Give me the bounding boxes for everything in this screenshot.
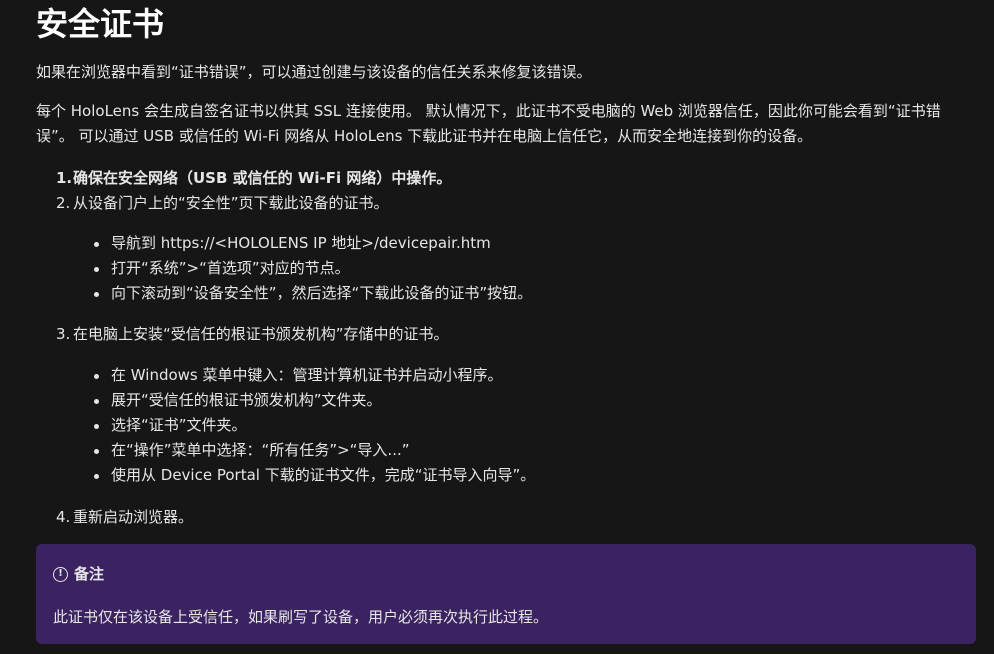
- step-2: 2. 从设备门户上的“安全性”页下载此设备的证书。: [56, 191, 389, 215]
- step-number: 1.: [56, 169, 73, 187]
- step-text: 在电脑上安装“受信任的根证书颁发机构”存储中的证书。: [73, 325, 449, 343]
- list-item: 使用从 Device Portal 下载的证书文件，完成“证书导入向导”。: [94, 463, 535, 488]
- list-item: 导航到 https://<HOLOLENS IP 地址>/devicepair.…: [94, 231, 532, 256]
- step-number: 4.: [56, 508, 71, 526]
- step-text: 确保在安全网络（USB 或信任的 Wi-Fi 网络）中操作。: [73, 169, 452, 187]
- note-title: 备注: [74, 565, 105, 583]
- info-circle-icon: !: [53, 566, 68, 582]
- step-4: 4. 重新启动浏览器。: [56, 505, 193, 529]
- list-item: 展开“受信任的根证书颁发机构”文件夹。: [94, 388, 535, 413]
- note-body: 此证书仅在该设备上受信任，如果刷写了设备，用户必须再次执行此过程。: [53, 608, 549, 626]
- description-paragraph: 每个 HoloLens 会生成自签名证书以供其 SSL 连接使用。 默认情况下，…: [36, 102, 941, 145]
- list-item: 在 Windows 菜单中键入：管理计算机证书并启动小程序。: [94, 363, 535, 388]
- note-header: ! 备注: [53, 562, 959, 586]
- note-callout: ! 备注 此证书仅在该设备上受信任，如果刷写了设备，用户必须再次执行此过程。: [36, 544, 976, 644]
- step-text: 从设备门户上的“安全性”页下载此设备的证书。: [73, 194, 389, 212]
- step-number: 3.: [56, 325, 71, 343]
- page-title: 安全证书: [36, 5, 165, 43]
- list-item: 向下滚动到“设备安全性”，然后选择“下载此设备的证书”按钮。: [94, 281, 532, 306]
- step-3: 3. 在电脑上安装“受信任的根证书颁发机构”存储中的证书。: [56, 322, 449, 346]
- list-item: 选择“证书”文件夹。: [94, 413, 535, 438]
- article: 安全证书 如果在浏览器中看到“证书错误”，可以通过创建与该设备的信任关系来修复该…: [0, 0, 994, 644]
- step-number: 2.: [56, 194, 71, 212]
- list-item: 打开“系统”>“首选项”对应的节点。: [94, 256, 532, 281]
- step-1: 1.确保在安全网络（USB 或信任的 Wi-Fi 网络）中操作。: [56, 166, 451, 190]
- step-3-bullet-list: 在 Windows 菜单中键入：管理计算机证书并启动小程序。 展开“受信任的根证…: [94, 363, 535, 488]
- list-item: 在“操作”菜单中选择：“所有任务”>“导入...”: [94, 438, 535, 463]
- step-text: 重新启动浏览器。: [73, 508, 194, 526]
- intro-paragraph: 如果在浏览器中看到“证书错误”，可以通过创建与该设备的信任关系来修复该错误。: [36, 63, 592, 81]
- step-2-bullet-list: 导航到 https://<HOLOLENS IP 地址>/devicepair.…: [94, 231, 532, 306]
